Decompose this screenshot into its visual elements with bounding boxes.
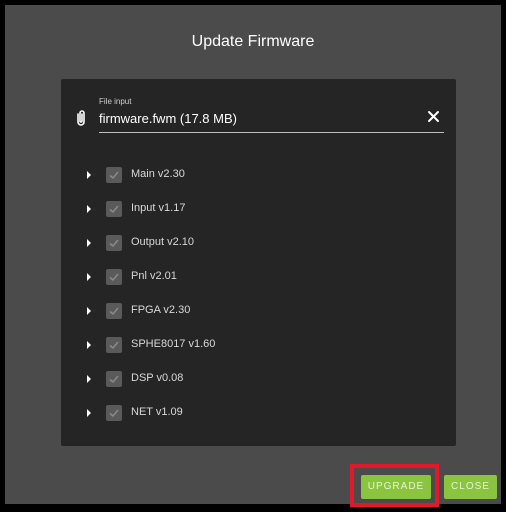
- list-item-label: Main v2.30: [131, 168, 185, 180]
- file-input-label: File input: [99, 97, 132, 106]
- list-item-label: FPGA v2.30: [131, 304, 191, 316]
- list-item-label: SPHE8017 v1.60: [131, 338, 216, 350]
- list-item: SPHE8017 v1.60: [61, 335, 456, 355]
- expand-caret-icon[interactable]: [87, 375, 91, 383]
- close-button[interactable]: CLOSE: [444, 475, 497, 499]
- file-input-field[interactable]: firmware.fwm (17.8 MB): [99, 111, 237, 126]
- expand-caret-icon[interactable]: [87, 239, 91, 247]
- close-icon[interactable]: [427, 110, 440, 123]
- update-firmware-dialog: Update Firmware File input firmware.fwm …: [5, 5, 501, 504]
- upgrade-button[interactable]: UPGRADE: [361, 475, 431, 499]
- list-item-label: DSP v0.08: [131, 372, 184, 384]
- list-item: Pnl v2.01: [61, 267, 456, 287]
- list-item: Input v1.17: [61, 199, 456, 219]
- expand-caret-icon[interactable]: [87, 171, 91, 179]
- checkbox[interactable]: [106, 235, 122, 251]
- list-item-label: NET v1.09: [131, 406, 183, 418]
- list-item: NET v1.09: [61, 403, 456, 423]
- checkbox[interactable]: [106, 405, 122, 421]
- expand-caret-icon[interactable]: [87, 341, 91, 349]
- dialog-title: Update Firmware: [191, 33, 315, 50]
- list-item-label: Input v1.17: [131, 202, 186, 214]
- checkbox[interactable]: [106, 269, 122, 285]
- paperclip-icon[interactable]: [75, 109, 87, 127]
- list-item: FPGA v2.30: [61, 301, 456, 321]
- list-item-label: Output v2.10: [131, 236, 194, 248]
- list-item: DSP v0.08: [61, 369, 456, 389]
- checkbox[interactable]: [106, 201, 122, 217]
- expand-caret-icon[interactable]: [87, 409, 91, 417]
- firmware-panel: File input firmware.fwm (17.8 MB) Main v…: [61, 79, 456, 446]
- expand-caret-icon[interactable]: [87, 307, 91, 315]
- checkbox[interactable]: [106, 167, 122, 183]
- expand-caret-icon[interactable]: [87, 273, 91, 281]
- checkbox[interactable]: [106, 303, 122, 319]
- checkbox[interactable]: [106, 337, 122, 353]
- list-item-label: Pnl v2.01: [131, 270, 177, 282]
- list-item: Output v2.10: [61, 233, 456, 253]
- file-input-underline: [99, 132, 444, 133]
- window-frame: Update Firmware File input firmware.fwm …: [0, 0, 506, 512]
- list-item: Main v2.30: [61, 165, 456, 185]
- checkbox[interactable]: [106, 371, 122, 387]
- expand-caret-icon[interactable]: [87, 205, 91, 213]
